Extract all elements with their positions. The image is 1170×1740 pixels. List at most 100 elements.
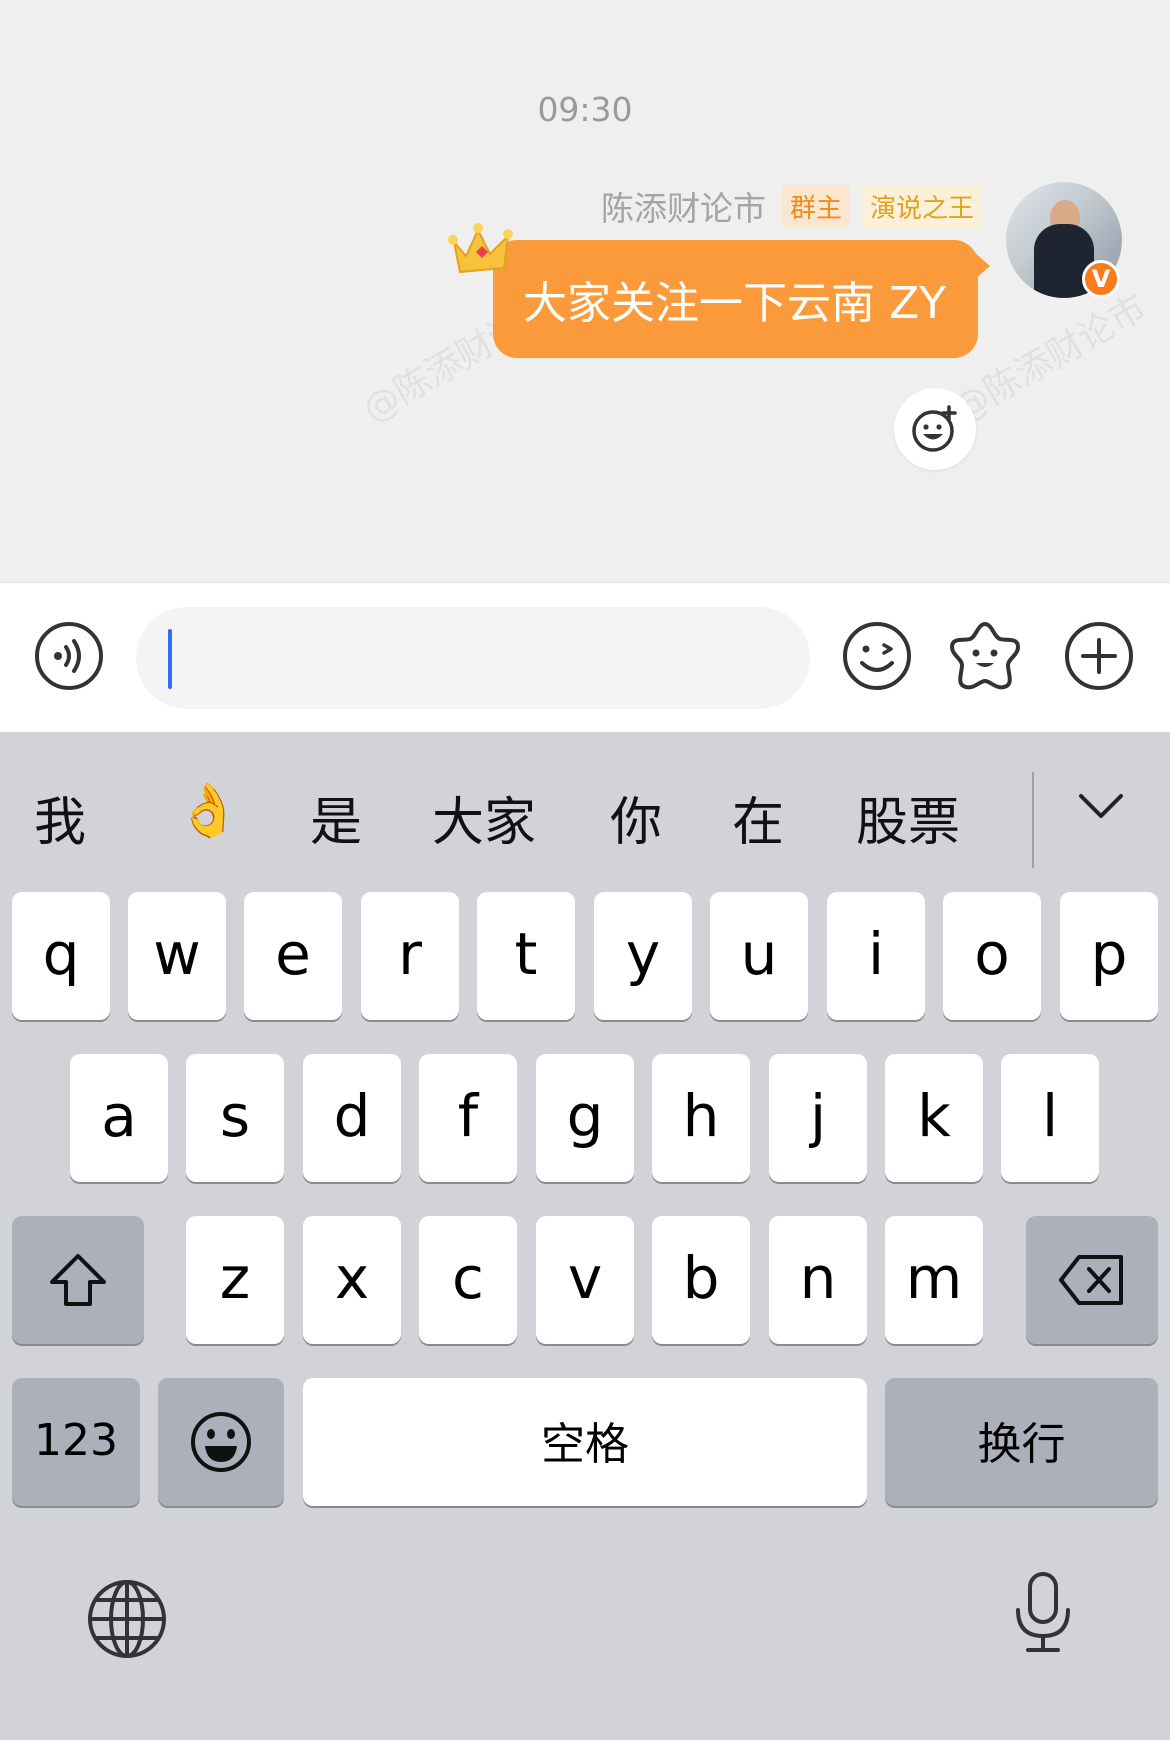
owner-badge: 群主: [781, 184, 850, 228]
voice-icon: [35, 622, 103, 690]
key-label: i: [867, 920, 885, 988]
key-label: v: [567, 1244, 603, 1312]
key-label: p: [1090, 920, 1128, 988]
sender-name[interactable]: 陈添财论市: [601, 182, 766, 230]
key-p[interactable]: p: [1060, 892, 1158, 1020]
backspace-key[interactable]: [1026, 1216, 1158, 1344]
key-o[interactable]: o: [943, 892, 1041, 1020]
key-x[interactable]: x: [303, 1216, 401, 1344]
add-reaction-icon: [912, 405, 957, 452]
key-label: m: [905, 1244, 963, 1312]
chevron-down-icon: [1079, 794, 1123, 818]
key-label: s: [219, 1082, 251, 1150]
return-key[interactable]: 换行: [885, 1378, 1158, 1506]
candidate-word[interactable]: 👌: [176, 780, 241, 841]
more-button[interactable]: [1064, 621, 1134, 695]
key-w[interactable]: w: [128, 892, 226, 1020]
globe-button[interactable]: [86, 1578, 168, 1664]
key-label: y: [625, 920, 661, 988]
candidate-word[interactable]: 大家: [432, 780, 536, 855]
emoji-button[interactable]: [842, 621, 912, 695]
key-label: z: [219, 1244, 251, 1312]
key-label: o: [974, 920, 1010, 988]
key-label: j: [809, 1082, 827, 1150]
message-text: 大家关注一下云南 ZY: [522, 278, 946, 329]
key-h[interactable]: h: [652, 1054, 750, 1182]
key-f[interactable]: f: [419, 1054, 517, 1182]
key-k[interactable]: k: [885, 1054, 983, 1182]
key-label: h: [682, 1082, 720, 1150]
plus-icon: [1065, 622, 1133, 690]
backspace-icon: [1059, 1255, 1123, 1305]
chat-area: 09:30 @陈添财论市 @陈添财论市 陈添财论市 群主 演说之王 V 大家关注…: [0, 0, 1170, 582]
voice-button[interactable]: [34, 621, 104, 695]
key-v[interactable]: v: [536, 1216, 634, 1344]
candidate-divider: [1032, 772, 1034, 868]
key-y[interactable]: y: [594, 892, 692, 1020]
key-label: u: [740, 920, 778, 988]
shift-icon: [50, 1254, 106, 1306]
key-label: b: [682, 1244, 720, 1312]
key-label: w: [153, 920, 201, 988]
key-label: t: [514, 920, 538, 988]
mic-icon: [1016, 1572, 1070, 1652]
key-label: 123: [34, 1414, 118, 1466]
key-n[interactable]: n: [769, 1216, 867, 1344]
key-label: 空格: [541, 1419, 629, 1470]
key-label: f: [457, 1082, 479, 1150]
key-t[interactable]: t: [477, 892, 575, 1020]
key-g[interactable]: g: [536, 1054, 634, 1182]
message-input[interactable]: [136, 607, 810, 709]
key-label: r: [398, 920, 422, 988]
key-label: 换行: [977, 1419, 1066, 1470]
message-timestamp: 09:30: [537, 90, 633, 129]
key-m[interactable]: m: [885, 1216, 983, 1344]
candidate-word[interactable]: 在: [732, 780, 784, 855]
key-s[interactable]: s: [186, 1054, 284, 1182]
candidate-word[interactable]: 我: [34, 780, 86, 855]
globe-icon: [88, 1580, 166, 1658]
emoji-key[interactable]: [158, 1378, 284, 1506]
key-label: k: [917, 1082, 951, 1150]
key-u[interactable]: u: [710, 892, 808, 1020]
key-j[interactable]: j: [769, 1054, 867, 1182]
dictation-button[interactable]: [1012, 1570, 1074, 1660]
key-label: l: [1041, 1082, 1059, 1150]
key-label: c: [452, 1244, 484, 1312]
key-r[interactable]: r: [361, 892, 459, 1020]
key-label: a: [101, 1082, 137, 1150]
add-reaction-button[interactable]: [894, 388, 976, 470]
emoji-key-icon: [191, 1412, 251, 1472]
key-e[interactable]: e: [244, 892, 342, 1020]
key-label: n: [799, 1244, 837, 1312]
key-d[interactable]: d: [303, 1054, 401, 1182]
key-label: q: [42, 920, 80, 988]
key-a[interactable]: a: [70, 1054, 168, 1182]
key-l[interactable]: l: [1001, 1054, 1099, 1182]
shift-key[interactable]: [12, 1216, 144, 1344]
key-c[interactable]: c: [419, 1216, 517, 1344]
sticker-icon: [950, 622, 1020, 690]
key-i[interactable]: i: [827, 892, 925, 1020]
emoji-icon: [843, 622, 911, 690]
space-key[interactable]: 空格: [303, 1378, 867, 1506]
key-label: d: [333, 1082, 371, 1150]
text-cursor: [168, 629, 172, 689]
candidate-word[interactable]: 股票: [856, 780, 960, 855]
message-bubble[interactable]: 大家关注一下云南 ZY: [492, 240, 978, 358]
verified-badge-icon: V: [1082, 260, 1120, 298]
key-q[interactable]: q: [12, 892, 110, 1020]
collapse-candidates-button[interactable]: [1076, 786, 1126, 830]
candidate-word[interactable]: 你: [610, 780, 662, 855]
key-label: x: [334, 1244, 370, 1312]
crown-icon: [448, 222, 518, 284]
sender-line: 陈添财论市 群主 演说之王: [601, 182, 982, 230]
keyboard: 我 👌 是 大家 你 在 股票 q w e r t y u i o p a s …: [0, 732, 1170, 1740]
key-z[interactable]: z: [186, 1216, 284, 1344]
candidate-bar: 我 👌 是 大家 你 在 股票: [0, 732, 1170, 882]
key-b[interactable]: b: [652, 1216, 750, 1344]
key-label: g: [566, 1082, 604, 1150]
candidate-word[interactable]: 是: [310, 780, 362, 855]
sticker-button[interactable]: [948, 619, 1022, 697]
numbers-key[interactable]: 123: [12, 1378, 140, 1506]
